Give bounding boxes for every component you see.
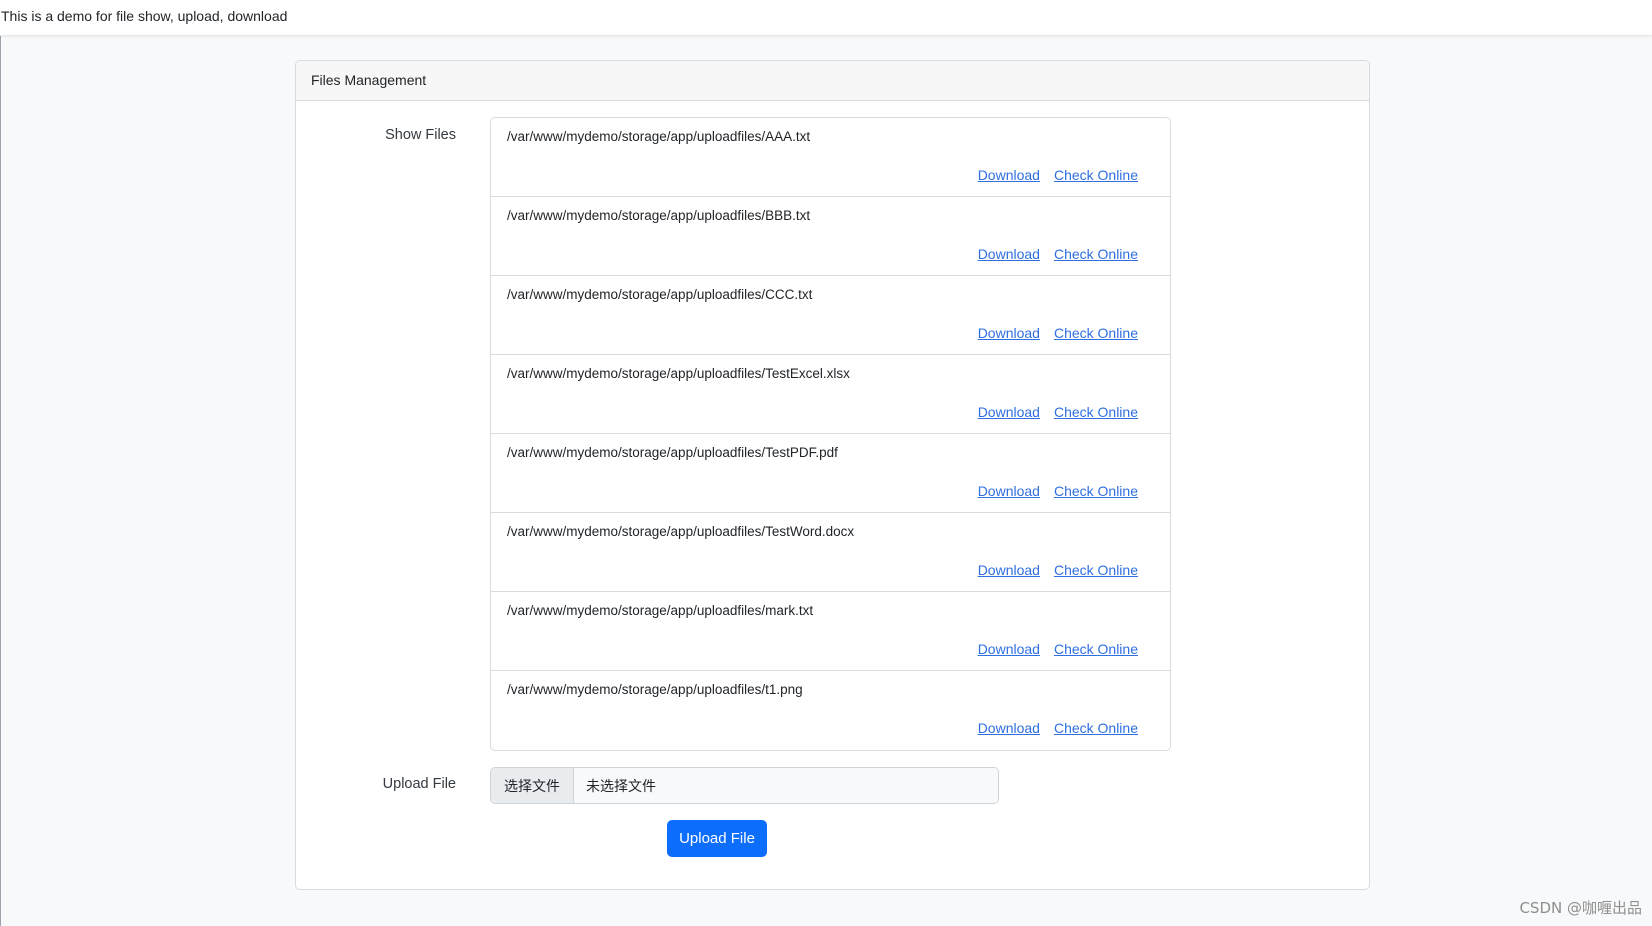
check-online-link[interactable]: Check Online: [1054, 325, 1138, 341]
file-actions: Download Check Online: [964, 246, 1138, 262]
file-item: /var/www/mydemo/storage/app/uploadfiles/…: [491, 671, 1170, 750]
watermark: CSDN @咖喱出品: [1519, 899, 1642, 917]
check-online-link[interactable]: Check Online: [1054, 483, 1138, 499]
download-link[interactable]: Download: [978, 720, 1040, 736]
file-item: /var/www/mydemo/storage/app/uploadfiles/…: [491, 592, 1170, 671]
top-bar: This is a demo for file show, upload, do…: [0, 0, 1652, 36]
check-online-link[interactable]: Check Online: [1054, 246, 1138, 262]
download-link[interactable]: Download: [978, 167, 1040, 183]
download-link[interactable]: Download: [978, 325, 1040, 341]
check-online-link[interactable]: Check Online: [1054, 562, 1138, 578]
check-online-link[interactable]: Check Online: [1054, 720, 1138, 736]
file-actions: Download Check Online: [964, 720, 1138, 736]
file-path: /var/www/mydemo/storage/app/uploadfiles/…: [507, 129, 811, 144]
check-online-link[interactable]: Check Online: [1054, 167, 1138, 183]
file-item: /var/www/mydemo/storage/app/uploadfiles/…: [491, 276, 1170, 355]
file-path: /var/www/mydemo/storage/app/uploadfiles/…: [507, 366, 850, 381]
upload-file-label: Upload File: [382, 776, 456, 792]
download-link[interactable]: Download: [978, 404, 1040, 420]
file-actions: Download Check Online: [964, 167, 1138, 183]
choose-file-button[interactable]: 选择文件: [491, 768, 574, 803]
file-path: /var/www/mydemo/storage/app/uploadfiles/…: [507, 524, 855, 539]
file-path: /var/www/mydemo/storage/app/uploadfiles/…: [507, 603, 814, 618]
no-file-chosen-text: 未选择文件: [574, 768, 998, 803]
file-item: /var/www/mydemo/storage/app/uploadfiles/…: [491, 434, 1170, 513]
file-list: /var/www/mydemo/storage/app/uploadfiles/…: [490, 117, 1171, 751]
file-path: /var/www/mydemo/storage/app/uploadfiles/…: [507, 445, 838, 460]
page-heading: This is a demo for file show, upload, do…: [1, 8, 288, 24]
file-path: /var/www/mydemo/storage/app/uploadfiles/…: [507, 287, 813, 302]
file-actions: Download Check Online: [964, 483, 1138, 499]
file-item: /var/www/mydemo/storage/app/uploadfiles/…: [491, 513, 1170, 592]
download-link[interactable]: Download: [978, 246, 1040, 262]
file-item: /var/www/mydemo/storage/app/uploadfiles/…: [491, 355, 1170, 434]
download-link[interactable]: Download: [978, 562, 1040, 578]
download-link[interactable]: Download: [978, 483, 1040, 499]
files-management-card: Files Management Show Files /var/www/myd…: [295, 60, 1370, 890]
file-actions: Download Check Online: [964, 562, 1138, 578]
file-path: /var/www/mydemo/storage/app/uploadfiles/…: [507, 682, 803, 697]
file-item: /var/www/mydemo/storage/app/uploadfiles/…: [491, 118, 1170, 197]
file-actions: Download Check Online: [964, 325, 1138, 341]
check-online-link[interactable]: Check Online: [1054, 404, 1138, 420]
show-files-label: Show Files: [385, 127, 456, 143]
file-path: /var/www/mydemo/storage/app/uploadfiles/…: [507, 208, 811, 223]
file-input[interactable]: 选择文件 未选择文件: [490, 767, 999, 804]
file-actions: Download Check Online: [964, 404, 1138, 420]
check-online-link[interactable]: Check Online: [1054, 641, 1138, 657]
left-edge-line: [0, 36, 1, 926]
file-actions: Download Check Online: [964, 641, 1138, 657]
download-link[interactable]: Download: [978, 641, 1040, 657]
file-item: /var/www/mydemo/storage/app/uploadfiles/…: [491, 197, 1170, 276]
upload-file-button[interactable]: Upload File: [667, 820, 767, 857]
card-header: Files Management: [296, 61, 1369, 101]
